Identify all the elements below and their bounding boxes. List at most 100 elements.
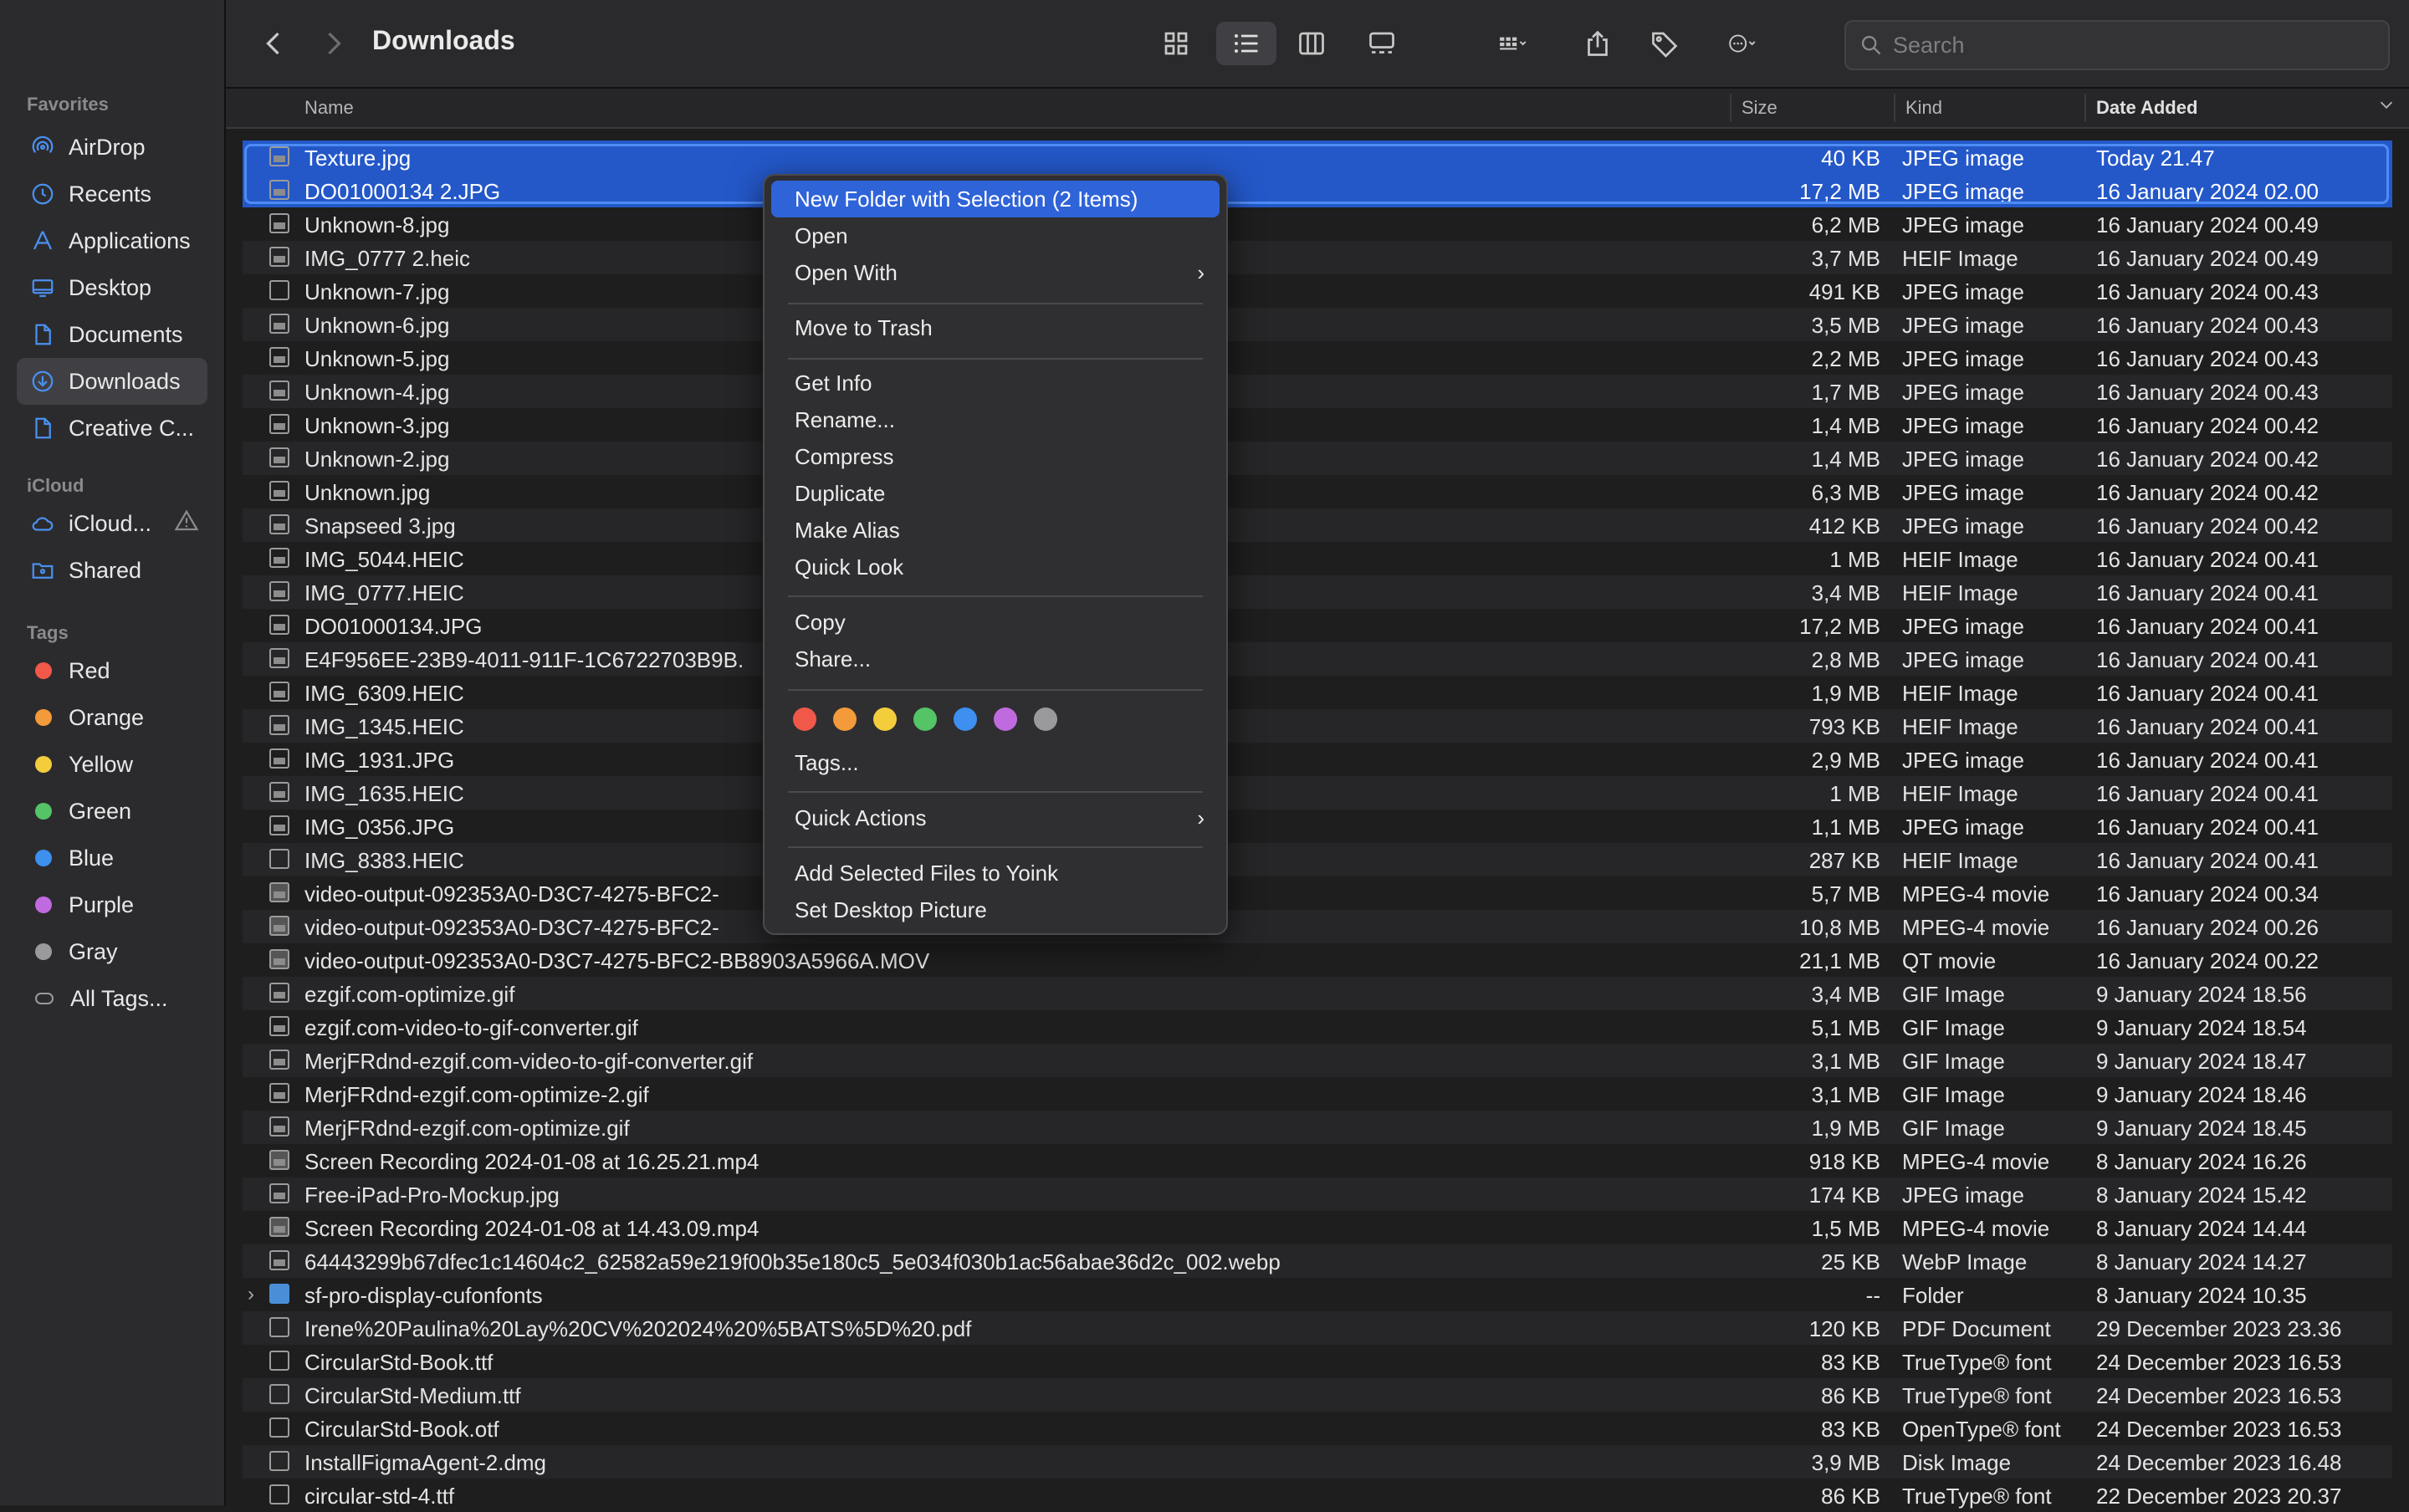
- tag-color-button[interactable]: [954, 707, 977, 731]
- sidebar-item-yellow[interactable]: Yellow: [17, 741, 207, 788]
- file-row[interactable]: IMG_6309.HEIC 1,9 MB HEIF Image 16 January …: [243, 676, 2392, 709]
- tags-button[interactable]: [1641, 22, 1688, 65]
- more-actions-button[interactable]: [1706, 22, 1778, 65]
- share-button[interactable]: [1574, 22, 1621, 65]
- tag-color-button[interactable]: [913, 707, 937, 731]
- file-row[interactable]: DO01000134 2.JPG 17,2 MB JPEG image 16 Janu…: [243, 174, 2392, 207]
- sort-chevron-icon[interactable]: [2377, 95, 2396, 119]
- file-row[interactable]: E4F956EE-23B9-4011-911F-1C6722703B9B. 2,8…: [243, 642, 2392, 676]
- name-column-header[interactable]: Name: [304, 97, 354, 119]
- file-row[interactable]: CircularStd-Book.ttf 83 KB TrueType® font 2…: [243, 1345, 2392, 1378]
- sidebar-item-creative-c[interactable]: Creative C...: [17, 405, 207, 452]
- menu-item-copy[interactable]: Copy: [771, 604, 1220, 641]
- menu-item-open[interactable]: Open: [771, 217, 1220, 254]
- sidebar-item-green[interactable]: Green: [17, 788, 207, 835]
- file-row[interactable]: video-output-092353A0-D3C7-4275-BFC2-BB8…: [243, 943, 2392, 977]
- date-added-column-header[interactable]: Date Added: [2096, 97, 2197, 119]
- file-row[interactable]: InstallFigmaAgent-2.dmg 3,9 MB Disk Image 2…: [243, 1445, 2392, 1479]
- file-row[interactable]: circular-std-4.ttf 86 KB TrueType® font 22 …: [243, 1479, 2392, 1512]
- file-row[interactable]: MerjFRdnd-ezgif.com-optimize.gif 1,9 MB GI…: [243, 1111, 2392, 1144]
- tag-color-button[interactable]: [793, 707, 816, 731]
- file-row[interactable]: IMG_1345.HEIC 793 KB HEIF Image 16 January …: [243, 709, 2392, 743]
- menu-item-move-to-trash[interactable]: Move to Trash: [771, 309, 1220, 346]
- file-row[interactable]: Unknown-7.jpg 491 KB JPEG image 16 January …: [243, 274, 2392, 308]
- file-row[interactable]: IMG_0356.JPG 1,1 MB JPEG image 16 January 2…: [243, 810, 2392, 843]
- file-row[interactable]: Unknown.jpg 6,3 MB JPEG image 16 January 20…: [243, 475, 2392, 508]
- gallery-view-button[interactable]: [1352, 22, 1412, 65]
- menu-item-duplicate[interactable]: Duplicate: [771, 475, 1220, 512]
- file-row[interactable]: video-output-092353A0-D3C7-4275-BFC2- 5,7…: [243, 876, 2392, 910]
- sidebar-item-all-tags[interactable]: All Tags...: [17, 975, 207, 1022]
- disclosure-triangle-icon[interactable]: ›: [248, 1283, 254, 1306]
- file-row[interactable]: › sf-pro-display-cufonfonts -- Folder 8 Janu…: [243, 1278, 2392, 1311]
- file-row[interactable]: IMG_8383.HEIC 287 KB HEIF Image 16 January …: [243, 843, 2392, 876]
- file-row[interactable]: Unknown-6.jpg 3,5 MB JPEG image 16 January …: [243, 308, 2392, 341]
- file-row[interactable]: Unknown-5.jpg 2,2 MB JPEG image 16 January …: [243, 341, 2392, 375]
- file-row[interactable]: IMG_1931.JPG 2,9 MB JPEG image 16 January 2…: [243, 743, 2392, 776]
- file-row[interactable]: MerjFRdnd-ezgif.com-video-to-gif-convert…: [243, 1044, 2392, 1077]
- file-row[interactable]: CircularStd-Book.otf 83 KB OpenType® font 2…: [243, 1412, 2392, 1445]
- sidebar-item-purple[interactable]: Purple: [17, 881, 207, 928]
- column-divider[interactable]: [1730, 94, 1731, 122]
- sidebar-item-recents[interactable]: Recents: [17, 171, 207, 217]
- sidebar-item-gray[interactable]: Gray: [17, 928, 207, 975]
- menu-item-quick-actions[interactable]: Quick Actions ›: [771, 799, 1220, 836]
- file-row[interactable]: Unknown-8.jpg 6,2 MB JPEG image 16 January …: [243, 207, 2392, 241]
- search-field[interactable]: Search: [1844, 20, 2390, 70]
- sidebar-item-orange[interactable]: Orange: [17, 694, 207, 741]
- menu-item-open-with[interactable]: Open With ›: [771, 254, 1220, 291]
- file-row[interactable]: Free-iPad-Pro-Mockup.jpg 174 KB JPEG image…: [243, 1177, 2392, 1211]
- file-row[interactable]: Texture.jpg 40 KB JPEG image Today 21.47: [243, 140, 2392, 174]
- file-row[interactable]: DO01000134.JPG 17,2 MB JPEG image 16 Januar…: [243, 609, 2392, 642]
- sidebar-item-applications[interactable]: Applications: [17, 217, 207, 264]
- file-row[interactable]: IMG_0777 2.heic 3,7 MB HEIF Image 16 Januar…: [243, 241, 2392, 274]
- icon-view-button[interactable]: [1149, 22, 1203, 65]
- column-view-button[interactable]: [1285, 22, 1338, 65]
- tag-color-button[interactable]: [1034, 707, 1057, 731]
- file-row[interactable]: Irene%20Paulina%20Lay%20CV%202024%20%5BA…: [243, 1311, 2392, 1345]
- tag-color-button[interactable]: [833, 707, 857, 731]
- file-row[interactable]: ezgif.com-video-to-gif-converter.gif 5,1 …: [243, 1010, 2392, 1044]
- column-divider[interactable]: [1894, 94, 1895, 122]
- tag-color-button[interactable]: [873, 707, 897, 731]
- sidebar-item-airdrop[interactable]: AirDrop: [17, 124, 207, 171]
- file-row[interactable]: IMG_5044.HEIC 1 MB HEIF Image 16 January 20…: [243, 542, 2392, 575]
- menu-item-set-desktop-picture[interactable]: Set Desktop Picture: [771, 891, 1220, 928]
- sidebar-item-downloads[interactable]: Downloads: [17, 358, 207, 405]
- sidebar-item-red[interactable]: Red: [17, 647, 207, 694]
- menu-item-make-alias[interactable]: Make Alias: [771, 512, 1220, 549]
- menu-item-compress[interactable]: Compress: [771, 438, 1220, 475]
- file-row[interactable]: IMG_0777.HEIC 3,4 MB HEIF Image 16 January …: [243, 575, 2392, 609]
- menu-item-share[interactable]: Share...: [771, 641, 1220, 677]
- file-row[interactable]: CircularStd-Medium.ttf 86 KB TrueType® fon…: [243, 1378, 2392, 1412]
- menu-item-quick-look[interactable]: Quick Look: [771, 549, 1220, 585]
- file-row[interactable]: Unknown-3.jpg 1,4 MB JPEG image 16 January …: [243, 408, 2392, 442]
- kind-column-header[interactable]: Kind: [1905, 97, 1942, 119]
- menu-item-tags[interactable]: Tags...: [771, 744, 1220, 781]
- file-row[interactable]: Unknown-4.jpg 1,7 MB JPEG image 16 January …: [243, 375, 2392, 408]
- menu-item-new-folder-with-selection[interactable]: New Folder with Selection (2 Items): [771, 181, 1220, 217]
- file-row[interactable]: IMG_1635.HEIC 1 MB HEIF Image 16 January 20…: [243, 776, 2392, 810]
- column-divider[interactable]: [2084, 94, 2086, 122]
- file-row[interactable]: ezgif.com-optimize.gif 3,4 MB GIF Image 9 J…: [243, 977, 2392, 1010]
- sidebar-item-icloud[interactable]: iCloud...: [17, 500, 207, 547]
- file-row[interactable]: video-output-092353A0-D3C7-4275-BFC2- 10,…: [243, 910, 2392, 943]
- forward-button[interactable]: [315, 22, 351, 65]
- file-row[interactable]: Screen Recording 2024-01-08 at 16.25.21.…: [243, 1144, 2392, 1177]
- file-row[interactable]: Screen Recording 2024-01-08 at 14.43.09.…: [243, 1211, 2392, 1244]
- list-view-button[interactable]: [1216, 22, 1276, 65]
- size-column-header[interactable]: Size: [1742, 97, 1777, 119]
- menu-item-get-info[interactable]: Get Info: [771, 365, 1220, 401]
- group-by-button[interactable]: [1477, 22, 1549, 65]
- sidebar-item-desktop[interactable]: Desktop: [17, 264, 207, 311]
- file-row[interactable]: Unknown-2.jpg 1,4 MB JPEG image 16 January …: [243, 442, 2392, 475]
- file-row[interactable]: Snapseed 3.jpg 412 KB JPEG image 16 January…: [243, 508, 2392, 542]
- sidebar-item-blue[interactable]: Blue: [17, 835, 207, 881]
- file-row[interactable]: 64443299b67dfec1c14604c2_62582a59e219f00…: [243, 1244, 2392, 1278]
- file-row[interactable]: MerjFRdnd-ezgif.com-optimize-2.gif 3,1 MB…: [243, 1077, 2392, 1111]
- sidebar-item-shared[interactable]: Shared: [17, 547, 207, 594]
- tag-color-button[interactable]: [994, 707, 1017, 731]
- sidebar-item-documents[interactable]: Documents: [17, 311, 207, 358]
- menu-item-rename[interactable]: Rename...: [771, 401, 1220, 438]
- menu-item-add-to-yoink[interactable]: Add Selected Files to Yoink: [771, 855, 1220, 891]
